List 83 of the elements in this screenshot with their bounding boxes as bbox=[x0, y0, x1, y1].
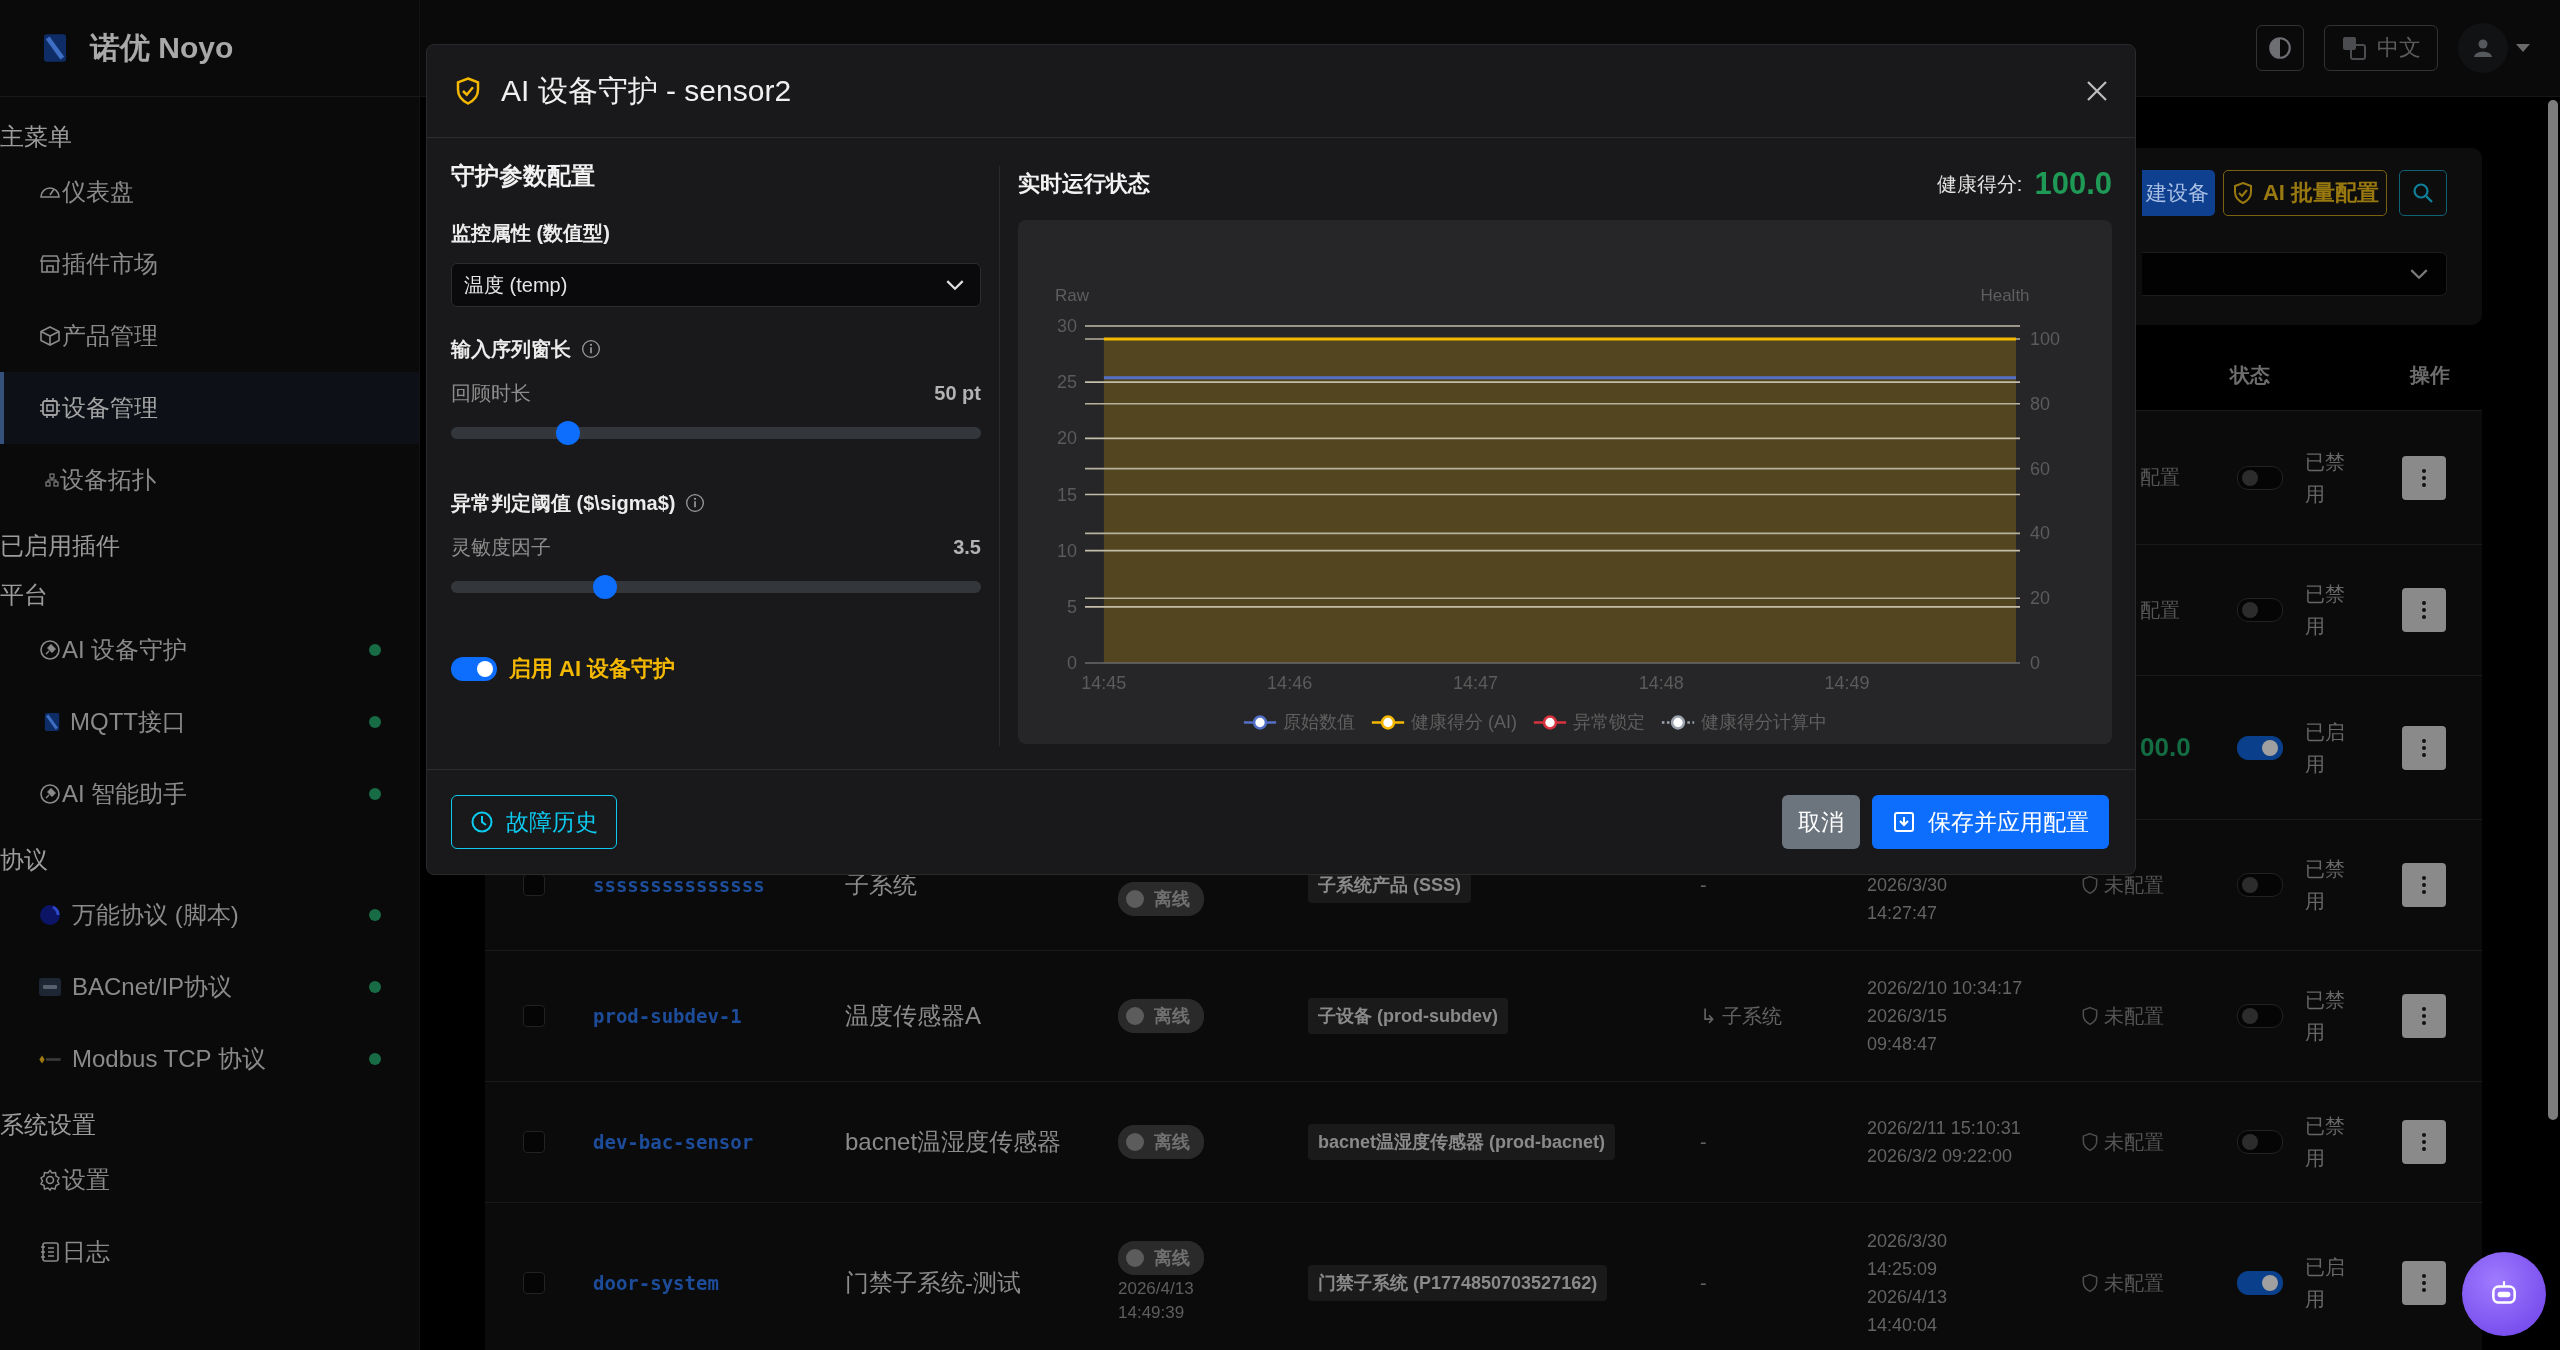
axis-title: Raw bbox=[1055, 286, 1089, 305]
ai-status: 未配置 bbox=[2104, 872, 2164, 898]
status-text: 已禁用 bbox=[2305, 582, 2346, 639]
parent-device: - bbox=[1700, 873, 1707, 897]
dialog-title: AI 设备守护 - sensor2 bbox=[501, 72, 793, 109]
field-label: 异常判定阈值 ($\sigma$) bbox=[451, 491, 676, 516]
status-text: 已禁用 bbox=[2305, 988, 2346, 1045]
health-score: 100.0 bbox=[2034, 166, 2112, 202]
save-button[interactable]: 保存并应用配置 bbox=[1872, 795, 2109, 849]
menu-section-title: 主菜单 bbox=[0, 122, 73, 152]
timestamp: 2026/4/13 bbox=[1867, 1286, 1948, 1309]
timestamp: 2026/3/30 bbox=[1867, 874, 1948, 897]
menu-item[interactable]: 设置 bbox=[0, 1144, 419, 1216]
timestamp: 09:48:47 bbox=[1867, 1033, 1938, 1056]
brand-name: 诺优 Noyo bbox=[90, 29, 234, 66]
ai-status: 未配置 bbox=[2104, 1270, 2164, 1296]
timestamp: 2026/3/30 bbox=[1867, 1230, 1948, 1253]
menu-item[interactable]: AI 智能助手 bbox=[0, 758, 419, 830]
product-tag: bacnet温湿度传感器 (prod-bacnet) bbox=[1308, 1124, 1615, 1160]
menu-item[interactable]: BACnet/IP协议 bbox=[0, 951, 419, 1023]
menu-item[interactable]: 仪表盘 bbox=[0, 156, 419, 228]
create-button[interactable]: 建设备 bbox=[2141, 170, 2215, 216]
menu-item[interactable]: 设备管理 bbox=[0, 372, 419, 444]
menu-section-title: 平台 bbox=[0, 580, 49, 610]
menu-item[interactable]: 设备拓扑 bbox=[0, 444, 419, 516]
language-button[interactable]: 中文 bbox=[2324, 25, 2438, 71]
slider-caption: 灵敏度因子 bbox=[451, 535, 551, 560]
state-badge: 离线 bbox=[1118, 1125, 1204, 1159]
product-tag: 子设备 (prod-subdev) bbox=[1308, 998, 1508, 1034]
menu-item[interactable]: MQTT接口 bbox=[0, 686, 419, 758]
timestamp: 14:25:09 bbox=[1867, 1258, 1938, 1281]
toggle-label: 启用 AI 设备守护 bbox=[509, 655, 676, 683]
timestamp: 2026/3/15 bbox=[1867, 1005, 1948, 1028]
state-time: 2026/4/13 14:49:39 bbox=[1118, 1278, 1195, 1324]
timestamp: 14:27:47 bbox=[1867, 902, 1938, 925]
menu-item[interactable]: AI 设备守护 bbox=[0, 614, 419, 686]
status-text: 已禁用 bbox=[2305, 857, 2346, 914]
status-text: 已启用 bbox=[2305, 1255, 2346, 1312]
field-label: 输入序列窗长 bbox=[451, 337, 571, 362]
menu-item[interactable]: 产品管理 bbox=[0, 300, 419, 372]
state-badge: 离线 bbox=[1118, 882, 1204, 916]
menu-section-title: 系统设置 bbox=[0, 1110, 97, 1140]
slider-caption: 回顾时长 bbox=[451, 381, 531, 406]
slider-value: 3.5 bbox=[953, 535, 981, 560]
status-text: 已启用 bbox=[2305, 719, 2346, 777]
ai-status: 配置 bbox=[2140, 465, 2180, 490]
status-text: 已禁用 bbox=[2305, 1114, 2346, 1171]
column-header: 操作 bbox=[2410, 363, 2450, 388]
cancel-button[interactable]: 取消 bbox=[1782, 795, 1860, 849]
timestamp: 2026/2/10 10:34:17 bbox=[1867, 977, 2023, 1000]
menu-item[interactable]: Modbus TCP 协议 bbox=[0, 1023, 419, 1095]
status-text: 已禁用 bbox=[2305, 449, 2346, 507]
state-badge: 离线 bbox=[1118, 999, 1204, 1033]
menu-item[interactable]: 日志 bbox=[0, 1216, 419, 1288]
product-tag: 门禁子系统 (P1774850703527162) bbox=[1308, 1265, 1608, 1301]
section-heading: 实时运行状态 bbox=[1018, 170, 1151, 198]
parent-device: - bbox=[1700, 1271, 1707, 1295]
timestamp: 14:40:04 bbox=[1867, 1314, 1938, 1337]
menu-section-title: 已启用插件 bbox=[0, 531, 121, 561]
device-name: 温度传感器A bbox=[845, 1001, 981, 1031]
ai-batch-button[interactable]: AI 批量配置 bbox=[2222, 170, 2387, 216]
field-label: 监控属性 (数值型) bbox=[451, 221, 611, 246]
ai-status: 未配置 bbox=[2104, 1129, 2164, 1155]
state-badge: 离线 bbox=[1118, 1241, 1204, 1275]
attribute-select[interactable]: 温度 (temp) bbox=[451, 263, 981, 307]
slider-value: 50 pt bbox=[934, 381, 981, 406]
section-heading: 守护参数配置 bbox=[451, 162, 596, 190]
fault-history-button[interactable]: 故障历史 bbox=[451, 795, 617, 849]
menu-item[interactable]: 万能协议 (脚本) bbox=[0, 879, 419, 951]
menu-item[interactable]: 插件市场 bbox=[0, 228, 419, 300]
health-score: 00.0 bbox=[2140, 732, 2191, 763]
timestamp: 2026/3/2 09:22:00 bbox=[1867, 1145, 2013, 1168]
ai-status: 配置 bbox=[2140, 597, 2180, 623]
menu-section-title: 协议 bbox=[0, 845, 49, 875]
parent-device: ↳ 子系统 bbox=[1700, 1003, 1783, 1029]
device-name: bacnet温湿度传感器 bbox=[845, 1127, 1062, 1157]
score-label: 健康得分: bbox=[1936, 171, 2023, 197]
parent-device: - bbox=[1700, 1130, 1707, 1154]
ai-status: 未配置 bbox=[2104, 1003, 2164, 1029]
device-name: 门禁子系统-测试 bbox=[845, 1268, 1021, 1298]
timestamp: 2026/2/11 15:10:31 bbox=[1867, 1117, 2021, 1140]
column-header: 状态 bbox=[2230, 363, 2270, 388]
axis-title: Health bbox=[1980, 286, 2030, 305]
